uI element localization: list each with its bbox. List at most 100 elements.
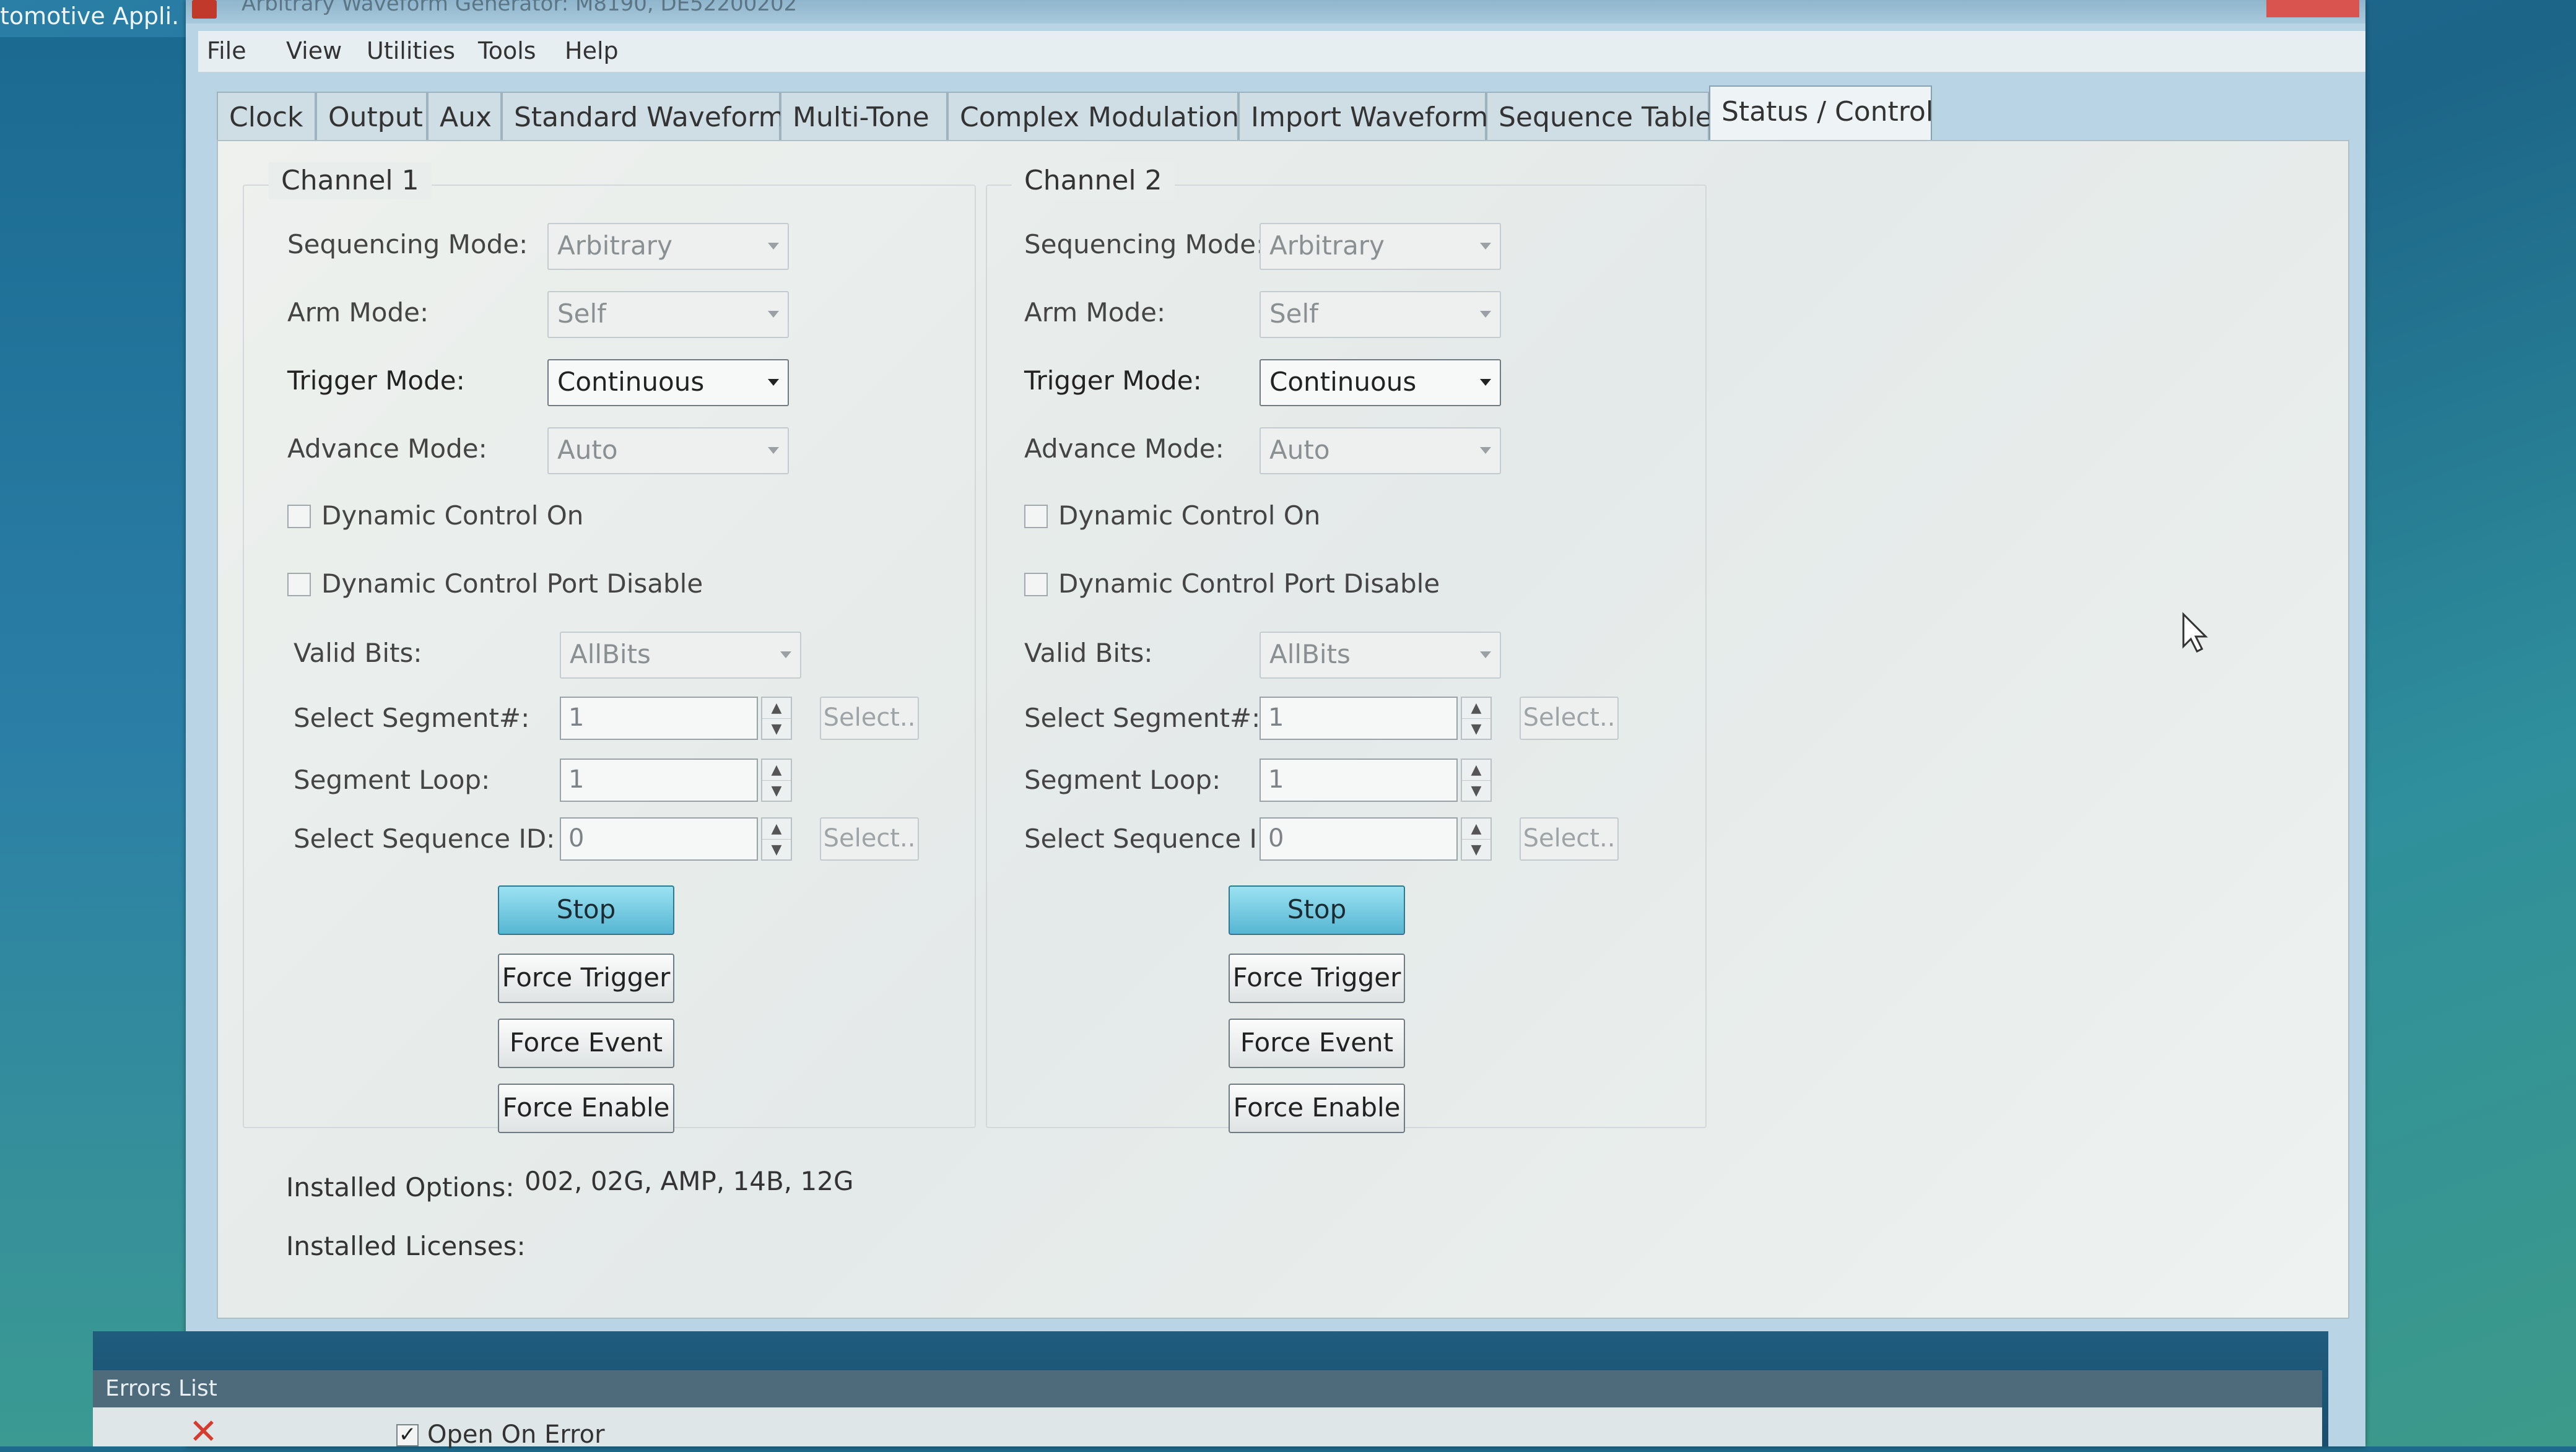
ch2-advance-mode-label: Advance Mode:	[1024, 433, 1224, 464]
spin-up-icon[interactable]: ▲	[762, 819, 791, 840]
ch1-stop-button[interactable]: Stop	[498, 885, 674, 935]
ch2-select-sequence-id-spinner[interactable]: ▲ ▼	[1461, 817, 1492, 861]
ch2-trigger-mode-select[interactable]: Continuous	[1260, 359, 1501, 406]
ch1-force-trigger-button[interactable]: Force Trigger	[498, 954, 674, 1003]
ch2-select-sequence-button[interactable]: Select..	[1520, 817, 1619, 861]
ch1-segment-loop-label: Segment Loop:	[294, 765, 490, 795]
ch2-advance-mode-select[interactable]: Auto	[1260, 427, 1501, 474]
ch2-force-trigger-button[interactable]: Force Trigger	[1229, 954, 1405, 1003]
ch1-dynamic-control-on-checkbox[interactable]	[287, 505, 311, 528]
ch2-sequencing-mode-label: Sequencing Mode:	[1024, 229, 1265, 259]
menu-file[interactable]: File	[207, 36, 246, 66]
ch1-arm-mode-select[interactable]: Self	[547, 291, 789, 338]
tab-aux[interactable]: Aux	[427, 92, 502, 141]
tab-clock[interactable]: Clock	[217, 92, 316, 141]
ch1-arm-mode-value: Self	[557, 298, 606, 329]
menu-view[interactable]: View	[286, 36, 342, 66]
installed-options-label: Installed Options:	[286, 1172, 515, 1202]
ch2-arm-mode-select[interactable]: Self	[1260, 291, 1501, 338]
tab-status-control[interactable]: Status / Control	[1709, 85, 1933, 141]
title-bar[interactable]: Arbitrary Waveform Generator: M8190, DE5…	[186, 0, 2365, 24]
spin-down-icon[interactable]: ▼	[762, 840, 791, 860]
channel-1-group: Channel 1 Sequencing Mode: Arbitrary Arm…	[243, 162, 976, 1133]
window-title: Arbitrary Waveform Generator: M8190, DE5…	[242, 0, 798, 16]
chevron-down-icon	[1480, 243, 1491, 250]
ch2-sequencing-mode-value: Arbitrary	[1269, 230, 1385, 261]
tab-standard-waveform[interactable]: Standard Waveform	[502, 92, 785, 141]
ch2-dynamic-control-port-disable-checkbox[interactable]	[1024, 573, 1048, 596]
app-window: Arbitrary Waveform Generator: M8190, DE5…	[186, 0, 2365, 1446]
open-on-error-checkbox[interactable]: ✓	[396, 1424, 419, 1446]
ch1-segment-loop-spinner[interactable]: ▲ ▼	[761, 759, 792, 802]
ch1-sequencing-mode-select[interactable]: Arbitrary	[547, 223, 789, 270]
spin-up-icon[interactable]: ▲	[1462, 819, 1490, 840]
spin-down-icon[interactable]: ▼	[1462, 719, 1490, 739]
tab-strip: Clock Output Aux Standard Waveform Multi…	[217, 85, 2353, 141]
ch2-segment-loop-input[interactable]: 1	[1260, 759, 1458, 802]
ch2-arm-mode-label: Arm Mode:	[1024, 297, 1166, 328]
ch2-advance-mode-value: Auto	[1269, 435, 1330, 465]
close-button[interactable]	[2266, 0, 2359, 17]
ch2-stop-button[interactable]: Stop	[1229, 885, 1405, 935]
spin-up-icon[interactable]: ▲	[762, 698, 791, 719]
tab-import-waveform[interactable]: Import Waveform	[1238, 92, 1488, 141]
ch2-sequencing-mode-select[interactable]: Arbitrary	[1260, 223, 1501, 270]
chevron-down-icon	[1480, 311, 1491, 318]
ch2-select-segment-button[interactable]: Select..	[1520, 697, 1619, 740]
ch1-sequencing-mode-value: Arbitrary	[557, 230, 672, 261]
ch2-select-segment-input[interactable]: 1	[1260, 697, 1458, 740]
chevron-down-icon	[768, 243, 779, 250]
spin-up-icon[interactable]: ▲	[1462, 698, 1490, 719]
tab-multi-tone[interactable]: Multi-Tone	[780, 92, 947, 141]
ch1-select-segment-button[interactable]: Select..	[820, 697, 919, 740]
ch1-sequencing-mode-label: Sequencing Mode:	[287, 229, 528, 259]
tab-sequence-table[interactable]: Sequence Table	[1486, 92, 1712, 141]
ch2-dynamic-control-on-checkbox[interactable]	[1024, 505, 1048, 528]
channel-2-title: Channel 2	[1012, 162, 1175, 199]
chevron-down-icon	[780, 651, 791, 658]
spin-down-icon[interactable]: ▼	[762, 719, 791, 739]
ch2-trigger-mode-value: Continuous	[1269, 367, 1417, 397]
ch1-dynamic-control-on-label: Dynamic Control On	[321, 500, 584, 531]
desktop-window-caption[interactable]: tomotive Appli..	[0, 0, 180, 37]
error-x-icon[interactable]: ✕	[189, 1415, 218, 1450]
menu-tools[interactable]: Tools	[478, 36, 536, 66]
spin-up-icon[interactable]: ▲	[1462, 760, 1490, 781]
ch2-select-segment-label: Select Segment#:	[1024, 703, 1261, 733]
menu-help[interactable]: Help	[565, 36, 619, 66]
tab-complex-modulation[interactable]: Complex Modulation	[947, 92, 1239, 141]
chevron-down-icon	[768, 311, 779, 318]
ch1-select-sequence-id-input[interactable]: 0	[560, 817, 758, 861]
ch1-select-segment-input[interactable]: 1	[560, 697, 758, 740]
ch1-select-sequence-button[interactable]: Select..	[820, 817, 919, 861]
ch2-force-enable-button[interactable]: Force Enable	[1229, 1084, 1405, 1133]
ch2-valid-bits-value: AllBits	[1269, 639, 1351, 669]
ch2-select-sequence-id-label: Select Sequence ID:	[1024, 824, 1286, 854]
ch1-select-segment-spinner[interactable]: ▲ ▼	[761, 697, 792, 740]
ch1-advance-mode-label: Advance Mode:	[287, 433, 487, 464]
ch1-force-enable-button[interactable]: Force Enable	[498, 1084, 674, 1133]
ch2-force-event-button[interactable]: Force Event	[1229, 1019, 1405, 1068]
ch1-advance-mode-select[interactable]: Auto	[547, 427, 789, 474]
chevron-down-icon	[768, 379, 779, 386]
ch1-valid-bits-select[interactable]: AllBits	[560, 632, 801, 679]
ch1-trigger-mode-select[interactable]: Continuous	[547, 359, 789, 406]
ch1-force-event-button[interactable]: Force Event	[498, 1019, 674, 1068]
installed-options-value: 002, 02G, AMP, 14B, 12G	[524, 1166, 854, 1196]
ch1-dynamic-control-port-disable-checkbox[interactable]	[287, 573, 311, 596]
tab-output[interactable]: Output	[316, 92, 427, 141]
ch1-select-sequence-id-spinner[interactable]: ▲ ▼	[761, 817, 792, 861]
ch2-segment-loop-spinner[interactable]: ▲ ▼	[1461, 759, 1492, 802]
ch2-select-segment-spinner[interactable]: ▲ ▼	[1461, 697, 1492, 740]
spin-down-icon[interactable]: ▼	[762, 781, 791, 801]
spin-down-icon[interactable]: ▼	[1462, 781, 1490, 801]
ch1-segment-loop-input[interactable]: 1	[560, 759, 758, 802]
menu-utilities[interactable]: Utilities	[367, 36, 455, 66]
ch1-dynamic-control-port-disable-label: Dynamic Control Port Disable	[321, 568, 703, 599]
ch2-valid-bits-label: Valid Bits:	[1024, 638, 1153, 668]
spin-down-icon[interactable]: ▼	[1462, 840, 1490, 860]
ch2-valid-bits-select[interactable]: AllBits	[1260, 632, 1501, 679]
chevron-down-icon	[1480, 447, 1491, 454]
spin-up-icon[interactable]: ▲	[762, 760, 791, 781]
ch2-select-sequence-id-input[interactable]: 0	[1260, 817, 1458, 861]
